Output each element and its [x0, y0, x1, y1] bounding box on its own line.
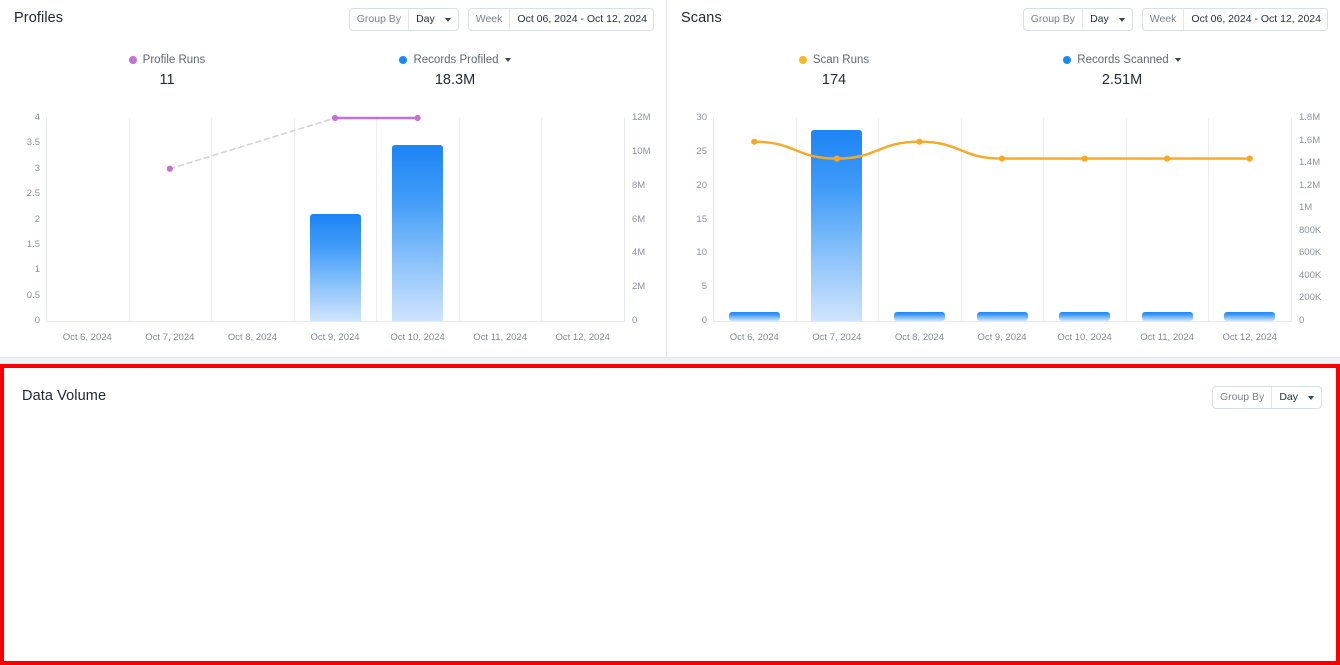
scans-panel: Scans Group By Day Week Oct 06, 2024 - O… — [667, 0, 1340, 358]
line-series-overlay — [751, 138, 1253, 162]
line-data-point — [751, 138, 758, 145]
line-data-point — [331, 114, 339, 122]
line-data-point — [1246, 155, 1253, 162]
data-volume-panel: Data Volume Group By Day 125M130M135M140… — [0, 364, 1340, 665]
line-series-overlay — [166, 114, 421, 172]
line-data-point — [414, 114, 421, 122]
line-data-point — [1081, 155, 1088, 162]
data-volume-chart: 125M130M135M140M145M150M155M160MOct 6, 2… — [4, 368, 1336, 661]
line-data-point — [998, 155, 1006, 162]
profiles-panel: Profiles Group By Day Week Oct 06, 2024 … — [0, 0, 667, 358]
area-series-overlay — [4, 368, 1340, 661]
profiles-chart: 0 0.5 1 1.5 2 2.5 3 3.5 4 0 2M 4M 6M 8M 10M 12M Oct 6, 2… — [0, 0, 667, 358]
line-data-point — [833, 155, 840, 162]
dashboard-root: Profiles Group By Day Week Oct 06, 2024 … — [0, 0, 1340, 665]
line-data-point — [1164, 155, 1171, 162]
line-data-point — [916, 138, 923, 145]
line-data-point — [166, 165, 173, 172]
scans-chart: 0 5 10 15 20 25 30 0 200K 400K 600K 800K 1M 1.2M 1.4M 1… — [667, 0, 1340, 358]
